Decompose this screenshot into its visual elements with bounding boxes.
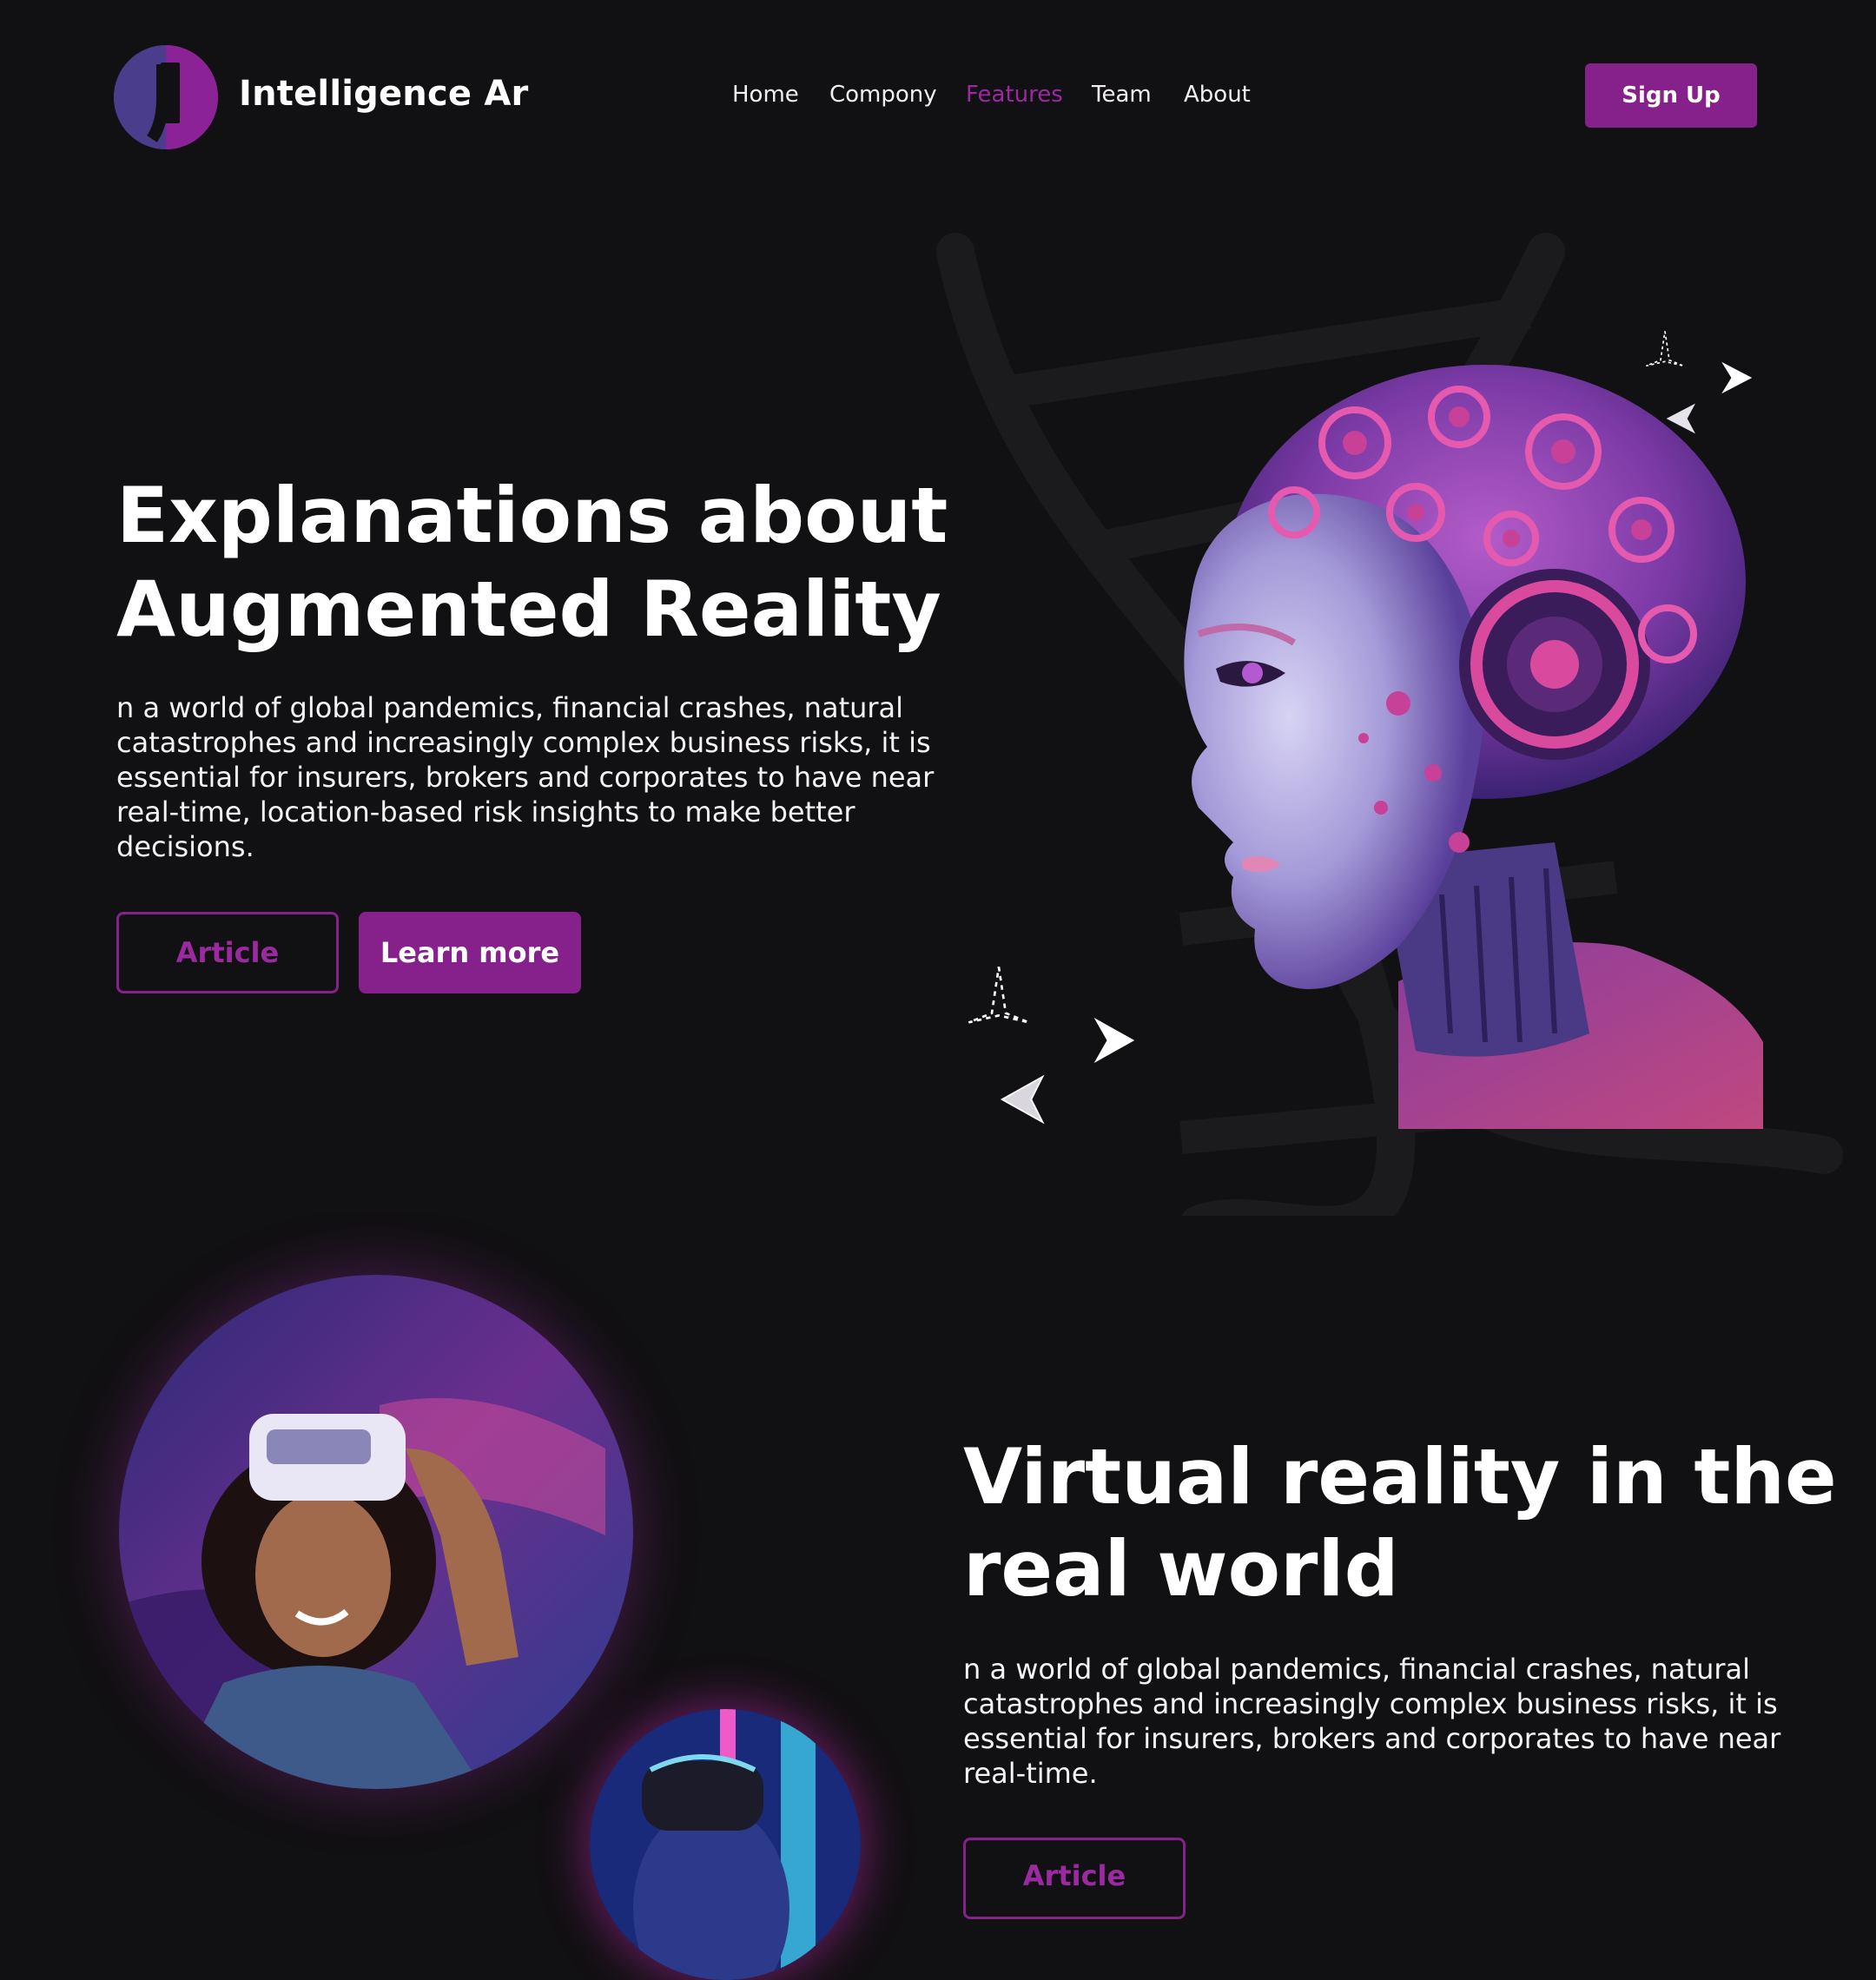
vr-description-line: catastrophes and increasingly complex bu…	[963, 1687, 1778, 1720]
vr-title-line-2: real world	[963, 1524, 1399, 1614]
article-button[interactable]: Article	[116, 912, 339, 993]
hero-title-line-2: Augmented Reality	[116, 564, 941, 654]
nav-features[interactable]: Features	[966, 82, 1063, 108]
vr-woman-photo	[119, 1275, 633, 1789]
sparkle-solid-icon	[1721, 361, 1753, 394]
vr-title-line-1: Virtual reality in the	[963, 1432, 1837, 1521]
sparkle-solid-icon	[1093, 1017, 1135, 1064]
hero-description-line: essential for insurers, brokers and corp…	[116, 761, 935, 794]
hero-title: Explanations about Augmented Reality	[116, 469, 950, 657]
vr-description-line: n a world of global pandemics, financial…	[963, 1653, 1751, 1686]
vr-article-button[interactable]: Article	[963, 1838, 1186, 1919]
vr-section-description: n a world of global pandemics, financial…	[963, 1652, 1797, 1791]
sign-up-button[interactable]: Sign Up	[1585, 63, 1757, 128]
hero-description: n a world of global pandemics, financial…	[116, 690, 950, 864]
nav-home[interactable]: Home	[732, 82, 799, 108]
hero-description-line: real-time, location-based risk insights …	[116, 795, 855, 828]
hero-description-line: n a world of global pandemics, financial…	[116, 691, 904, 724]
sparkle-outline-icon	[1646, 331, 1684, 367]
ai-head-illustration	[1184, 365, 1763, 1129]
vr-headset-photo	[590, 1709, 861, 1980]
nav-about[interactable]: About	[1184, 82, 1251, 108]
hero-description-line: catastrophes and increasingly complex bu…	[116, 726, 931, 759]
vr-woman-illustration	[119, 1275, 633, 1789]
sparkle-outline-icon	[968, 967, 1030, 1024]
vr-description-line: essential for insurers, brokers and corp…	[963, 1722, 1781, 1755]
nav-team[interactable]: Team	[1092, 82, 1152, 108]
vr-section-title: Virtual reality in the real world	[963, 1431, 1837, 1615]
vr-description-line: real-time.	[963, 1757, 1098, 1790]
vr-headset-illustration	[590, 1709, 861, 1980]
brand-name[interactable]: Intelligence Ar	[239, 74, 528, 114]
nav-company[interactable]: Compony	[829, 82, 937, 108]
learn-more-button[interactable]: Learn more	[359, 912, 581, 993]
hero-description-line: decisions.	[116, 830, 254, 863]
logo-icon[interactable]	[114, 45, 218, 149]
hero-title-line-1: Explanations about	[116, 471, 948, 560]
sparkle-solid-icon	[1666, 403, 1695, 434]
sparkle-outline-icon	[1000, 1074, 1045, 1125]
